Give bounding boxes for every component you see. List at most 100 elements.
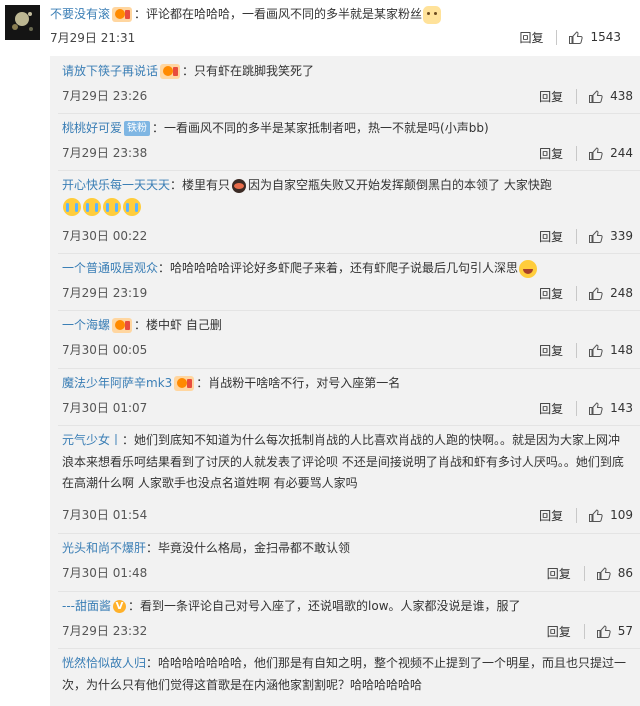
- reply-date: 7月30日 00:22: [62, 229, 148, 243]
- divider: [576, 285, 578, 301]
- like-count: 438: [610, 89, 633, 103]
- reply-item: 一个海螺 ：楼中虾 自己删 7月30日 00:05 回复 148: [50, 310, 640, 368]
- like-icon[interactable]: [596, 624, 611, 639]
- reply-actions: 回复 339: [539, 226, 633, 246]
- like-icon[interactable]: [588, 89, 603, 104]
- reply-date: 7月29日 23:26: [62, 89, 148, 103]
- like-icon[interactable]: [596, 566, 611, 581]
- reply-actions: 回复 57: [547, 621, 633, 641]
- divider: [58, 113, 640, 114]
- divider: [576, 507, 578, 523]
- reply-actions: 回复 438: [539, 86, 633, 106]
- reply-button[interactable]: 回复: [539, 507, 563, 524]
- divider: [58, 253, 640, 254]
- reply-date: 7月29日 23:19: [62, 286, 148, 300]
- main-comment-text: 不要没有滚 ：评论都在哈哈哈，一看画风不同的多半就是某家粉丝: [50, 3, 634, 25]
- like-icon[interactable]: [588, 229, 603, 244]
- divider: [58, 170, 640, 171]
- reply-button[interactable]: 回复: [539, 88, 563, 105]
- reply-item: 开心快乐每一天天天：楼里有只 因为自家空瓶失败又开始发挥颠倒黑白的本领了 大家快跑…: [50, 170, 640, 253]
- divider: [583, 623, 585, 639]
- reply-text: ---甜面酱 V ：看到一条评论自己对号入座了，还说唱歌的low。人家都没说是谁，服…: [62, 596, 630, 618]
- divider: [58, 310, 640, 311]
- divider: [583, 565, 585, 581]
- reply-username[interactable]: 开心快乐每一天天天: [62, 178, 170, 192]
- reply-username[interactable]: 一个海螺: [62, 318, 110, 332]
- reply-text: 一个海螺 ：楼中虾 自己删: [62, 315, 630, 337]
- reply-content-a: 楼里有只: [182, 178, 231, 192]
- reply-text: 开心快乐每一天天天：楼里有只 因为自家空瓶失败又开始发挥颠倒黑白的本领了 大家快跑: [62, 175, 630, 218]
- reply-content: 一看画风不同的多半是某家抵制者吧，热一不就是吗(小声bb): [164, 121, 489, 135]
- reply-text: 魔法少年阿萨辛mk3 ：肖战粉干啥啥不行，对号入座第一名: [62, 373, 630, 395]
- colon: ：: [152, 121, 165, 135]
- divider: [58, 533, 640, 534]
- reply-button[interactable]: 回复: [539, 400, 563, 417]
- cat-emoji-icon: [423, 5, 442, 24]
- reply-username[interactable]: 一个普通吸居观众: [62, 261, 158, 275]
- avatar[interactable]: [5, 5, 40, 40]
- reply-text: 光头和尚不爆肝：毕竟没什么格局，金扫帚都不敢认领: [62, 538, 630, 560]
- colon: ：: [146, 541, 159, 555]
- reply-username[interactable]: 光头和尚不爆肝: [62, 541, 146, 555]
- like-icon[interactable]: [588, 343, 603, 358]
- fan-tag: 铁粉: [124, 121, 151, 136]
- reply-button[interactable]: 回复: [539, 228, 563, 245]
- reply-item: 一个普通吸居观众：哈哈哈哈哈评论好多虾爬子来着，还有虾爬子说最后几句引人深思 7…: [50, 253, 640, 310]
- reply-date: 7月29日 23:38: [62, 146, 148, 160]
- colon: ：: [122, 433, 135, 447]
- reply-button[interactable]: 回复: [539, 342, 563, 359]
- reply-date: 7月30日 01:07: [62, 401, 148, 415]
- fan-badge-icon: [112, 7, 133, 22]
- main-username[interactable]: 不要没有滚: [50, 7, 110, 21]
- reply-username[interactable]: 元气少女丨: [62, 433, 122, 447]
- reply-text: 桃桃好可爱 铁粉 ：一看画风不同的多半是某家抵制者吧，热一不就是吗(小声bb): [62, 118, 630, 140]
- like-icon[interactable]: [588, 508, 603, 523]
- reply-item: 魔法少年阿萨辛mk3 ：肖战粉干啥啥不行，对号入座第一名 7月30日 01:07 …: [50, 368, 640, 425]
- reply-item: 光头和尚不爆肝：毕竟没什么格局，金扫帚都不敢认领 7月30日 01:48 回复 8…: [50, 533, 640, 591]
- reply-button[interactable]: 回复: [539, 285, 563, 302]
- like-icon[interactable]: [588, 286, 603, 301]
- reply-actions: 回复 109: [539, 505, 633, 525]
- reply-text: 一个普通吸居观众：哈哈哈哈哈评论好多虾爬子来着，还有虾爬子说最后几句引人深思: [62, 258, 630, 280]
- reply-username[interactable]: ---甜面酱: [62, 599, 111, 613]
- reply-content: 楼中虾 自己删: [146, 318, 222, 332]
- reply-username[interactable]: 桃桃好可爱: [62, 121, 122, 135]
- reply-date: 7月30日 00:05: [62, 343, 148, 357]
- reply-content: 哈哈哈哈哈评论好多虾爬子来着，还有虾爬子说最后几句引人深思: [170, 261, 519, 275]
- replies-list: 请放下筷子再说话 ：只有虾在跳脚我笑死了 7月29日 23:26 回复 438 桃桃…: [50, 56, 640, 706]
- reply-username[interactable]: 请放下筷子再说话: [62, 64, 158, 78]
- like-icon[interactable]: [588, 401, 603, 416]
- like-count: 143: [610, 401, 633, 415]
- reply-content-b: 因为自家空瓶失败又开始发挥颠倒黑白的本领了 大家快跑: [248, 178, 552, 192]
- crying-emoji-icon: [63, 198, 81, 216]
- reply-username[interactable]: 魔法少年阿萨辛mk3: [62, 376, 172, 390]
- reply-content: 看到一条评论自己对号入座了，还说唱歌的low。人家都没说是谁，服了: [140, 599, 521, 613]
- reply-item: 桃桃好可爱 铁粉 ：一看画风不同的多半是某家抵制者吧，热一不就是吗(小声bb) 7月…: [50, 113, 640, 170]
- reply-username[interactable]: 恍然恰似故人归: [62, 656, 146, 670]
- like-count: 339: [610, 229, 633, 243]
- main-date: 7月29日 21:31: [50, 31, 136, 45]
- laughing-emoji-icon: [519, 259, 538, 278]
- like-count: 244: [610, 146, 633, 160]
- like-icon[interactable]: [568, 30, 584, 45]
- main-actions: 回复 1543: [519, 27, 621, 47]
- reply-actions: 回复 143: [539, 398, 633, 418]
- crying-emoji-icon: [103, 198, 121, 216]
- reply-content: 肖战粉干啥啥不行，对号入座第一名: [208, 376, 401, 390]
- reply-actions: 回复 148: [539, 340, 633, 360]
- colon: ：: [158, 261, 171, 275]
- reply-button[interactable]: 回复: [547, 565, 571, 582]
- colon: ：: [196, 376, 209, 390]
- reply-date: 7月30日 01:48: [62, 566, 148, 580]
- like-icon[interactable]: [588, 146, 603, 161]
- reply-text: 请放下筷子再说话 ：只有虾在跳脚我笑死了: [62, 61, 630, 83]
- reply-text: 恍然恰似故人归：哈哈哈哈哈哈哈，他们那是有自知之明，整个视频不止提到了一个明星，…: [62, 653, 630, 696]
- colon: ：: [128, 599, 141, 613]
- divider: [576, 88, 578, 104]
- reply-actions: 回复 86: [547, 563, 633, 583]
- reply-content: 毕竟没什么格局，金扫帚都不敢认领: [158, 541, 351, 555]
- reply-button[interactable]: 回复: [547, 623, 571, 640]
- reply-button[interactable]: 回复: [519, 29, 543, 46]
- reply-date: 7月29日 23:32: [62, 624, 148, 638]
- reply-button[interactable]: 回复: [539, 145, 563, 162]
